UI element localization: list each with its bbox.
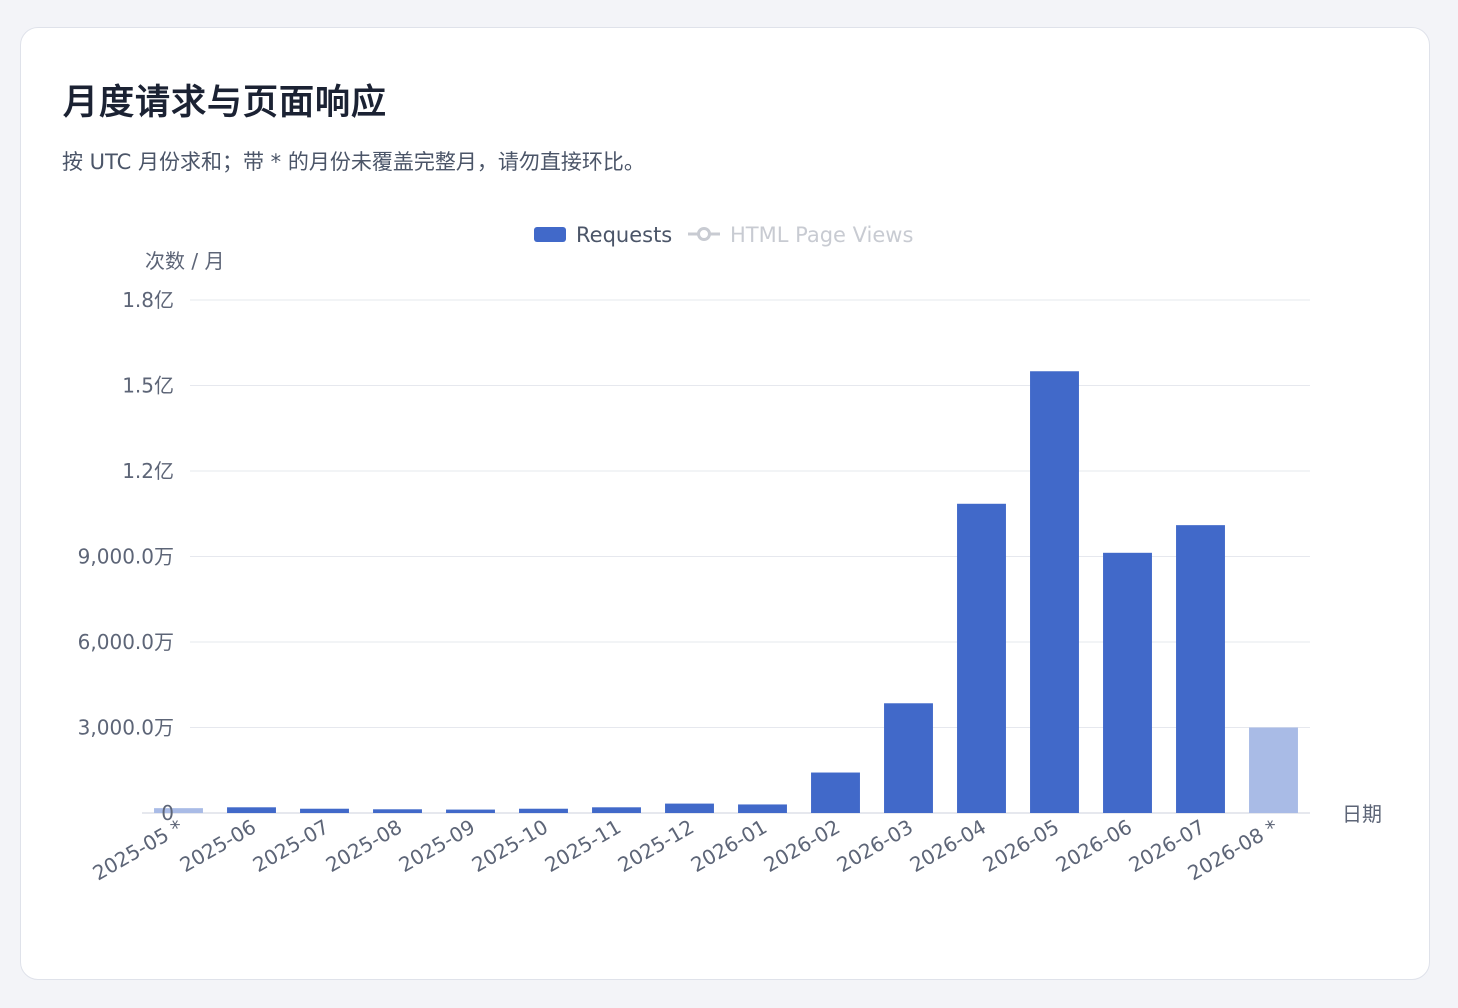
legend-html-views-label: HTML Page Views: [730, 223, 913, 247]
bar-2025-06[interactable]: [227, 807, 276, 813]
legend-item-html-page-views[interactable]: HTML Page Views: [688, 223, 913, 247]
bar-2026-03[interactable]: [884, 703, 933, 813]
y-axis: 03,000.0万6,000.0万9,000.0万1.2亿1.5亿1.8亿: [78, 288, 174, 825]
y-axis-title: 次数 / 月: [145, 249, 224, 273]
bar-2025-07[interactable]: [300, 808, 349, 813]
bar-2026-08[interactable]: [1249, 727, 1298, 814]
x-tick-label: 2026-05: [979, 815, 1063, 878]
bar-2026-07[interactable]: [1176, 525, 1225, 813]
y-tick-label: 3,000.0万: [78, 716, 174, 740]
bar-2026-02[interactable]: [811, 772, 860, 813]
x-tick-label: 2026-04: [906, 815, 990, 878]
x-tick-label: 2026-03: [833, 815, 917, 878]
bar-2025-08[interactable]: [373, 809, 422, 813]
x-tick-label: 2025-11: [541, 815, 625, 878]
legend-html-views-marker: [697, 227, 711, 241]
x-tick-label: 2025-10: [468, 815, 552, 878]
y-tick-label: 6,000.0万: [78, 630, 174, 654]
y-tick-label: 9,000.0万: [78, 545, 174, 569]
x-tick-label: 2025-06: [176, 815, 260, 878]
x-tick-label: 2025-12: [614, 815, 698, 878]
bar-2026-06[interactable]: [1103, 552, 1152, 813]
y-tick-label: 1.2亿: [122, 459, 174, 483]
bar-chart: 03,000.0万6,000.0万9,000.0万1.2亿1.5亿1.8亿 20…: [78, 223, 1382, 886]
x-axis: 2025-05 *2025-062025-072025-082025-09202…: [88, 815, 1282, 886]
bar-2026-04[interactable]: [957, 503, 1006, 813]
y-tick-label: 1.5亿: [122, 374, 174, 398]
x-tick-label: 2025-08: [322, 815, 406, 878]
bar-2026-01[interactable]: [738, 804, 787, 813]
x-tick-label: 2026-01: [687, 815, 771, 878]
x-tick-label: 2026-06: [1052, 815, 1136, 878]
bar-2025-11[interactable]: [592, 807, 641, 813]
x-tick-label: 2026-02: [760, 815, 844, 878]
x-tick-label: 2025-05 *: [88, 815, 187, 886]
y-tick-label: 1.8亿: [122, 288, 174, 312]
x-tick-label: 2025-09: [395, 815, 479, 878]
legend: Requests HTML Page Views: [534, 223, 913, 247]
legend-requests-label: Requests: [576, 223, 672, 247]
bar-2025-10[interactable]: [519, 808, 568, 813]
legend-item-requests[interactable]: Requests: [534, 223, 672, 247]
legend-requests-swatch: [534, 227, 566, 242]
bar-2025-12[interactable]: [665, 803, 714, 813]
bar-2026-05[interactable]: [1030, 371, 1079, 813]
x-tick-label: 2025-07: [249, 815, 333, 878]
bar-2025-09[interactable]: [446, 809, 495, 813]
x-axis-title: 日期: [1342, 802, 1382, 826]
bars: [154, 371, 1298, 813]
